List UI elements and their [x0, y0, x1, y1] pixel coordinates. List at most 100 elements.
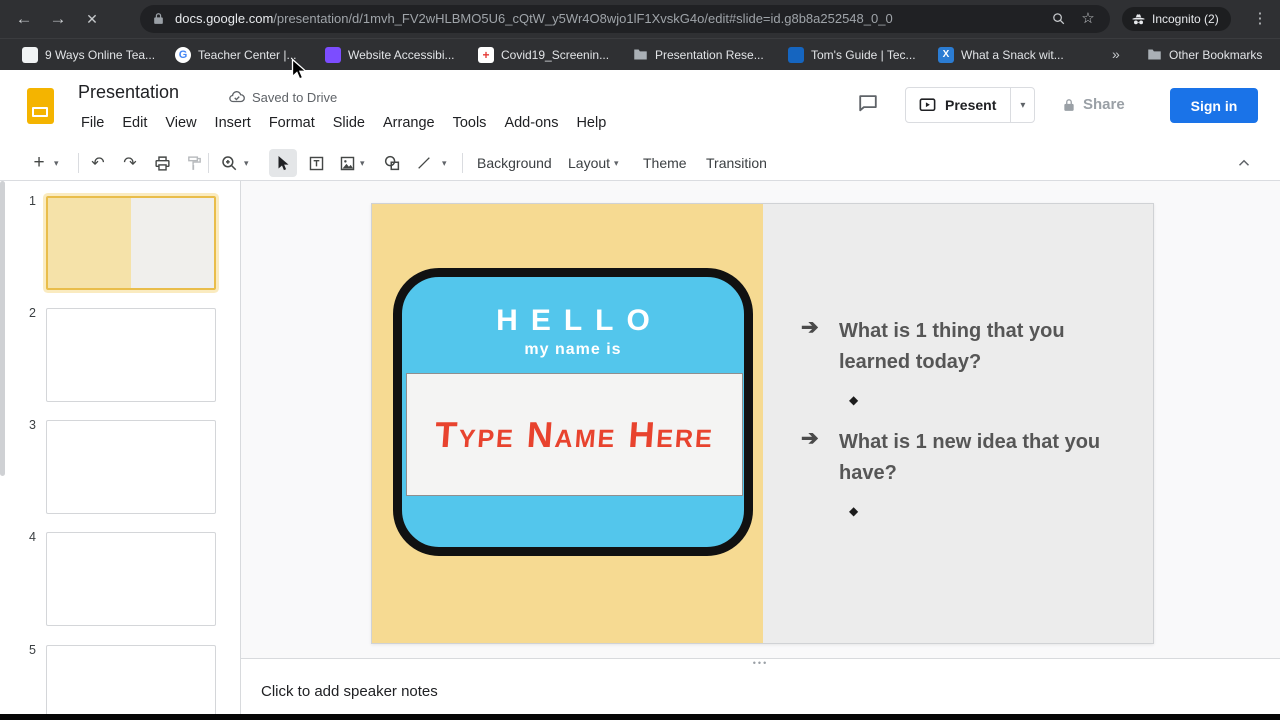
bookmark-label: Presentation Rese...: [655, 47, 764, 62]
stop-icon[interactable]: ✕: [78, 0, 106, 38]
comment-icon[interactable]: [857, 92, 879, 114]
edit-toolbar: + ▾ ↶ ↷ ▾ ▾ ▾ Background Layout ▾ Theme …: [0, 145, 1280, 181]
line-caret-icon[interactable]: ▾: [442, 145, 447, 181]
transition-button[interactable]: Transition: [700, 145, 773, 181]
image-caret-icon[interactable]: ▾: [360, 145, 365, 181]
menu-slide[interactable]: Slide: [324, 112, 374, 134]
sign-in-button[interactable]: Sign in: [1170, 88, 1258, 123]
bookmark-label: Teacher Center |...: [198, 47, 297, 62]
lock-icon[interactable]: [152, 12, 165, 25]
menu-insert[interactable]: Insert: [206, 112, 260, 134]
select-tool-button[interactable]: [269, 149, 297, 177]
bookmark-item[interactable]: Tom's Guide | Tec...: [788, 39, 916, 70]
document-title[interactable]: Presentation: [78, 82, 179, 103]
present-button[interactable]: Present ▾: [905, 87, 1036, 123]
menu-view[interactable]: View: [156, 112, 205, 134]
browser-menu-kebab-icon[interactable]: ⋮: [1246, 0, 1274, 38]
theme-button[interactable]: Theme: [637, 145, 693, 181]
bookmark-item[interactable]: 9 Ways Online Tea...: [22, 39, 155, 70]
url-domain: docs.google.com: [175, 11, 274, 26]
slides-logo-icon[interactable]: [27, 88, 54, 124]
address-bar[interactable]: docs.google.com/presentation/d/1mvh_FV2w…: [140, 5, 1110, 33]
collapse-menus-chevron-icon[interactable]: [1230, 145, 1258, 181]
filmstrip-scrollbar[interactable]: [0, 181, 5, 476]
insert-line-button[interactable]: [412, 145, 436, 181]
slide-filmstrip: 1 2 3 4 5: [0, 181, 241, 714]
slide-thumbnail-1[interactable]: [46, 196, 216, 290]
menu-format[interactable]: Format: [260, 112, 324, 134]
menu-help[interactable]: Help: [567, 112, 615, 134]
slide-right-panel: [763, 204, 1153, 643]
menu-bar: File Edit View Insert Format Slide Arran…: [72, 112, 615, 134]
arrow-bullet-icon: ➔: [801, 316, 819, 339]
slide-thumbnail-2[interactable]: [46, 308, 216, 402]
menu-tools[interactable]: Tools: [444, 112, 496, 134]
slide-number: 5: [29, 643, 36, 657]
toolbar-separator: [462, 153, 463, 173]
slide-number: 4: [29, 530, 36, 544]
speaker-notes-panel[interactable]: ••• Click to add speaker notes: [241, 658, 1280, 714]
menu-arrange[interactable]: Arrange: [374, 112, 444, 134]
name-input-box[interactable]: Type Name Here: [406, 373, 743, 496]
arrow-bullet-icon: ➔: [801, 427, 819, 450]
insert-image-button[interactable]: [334, 145, 360, 181]
layout-button[interactable]: Layout: [562, 145, 616, 181]
bookmark-item[interactable]: What a Snack wit...: [938, 39, 1064, 70]
layout-caret-icon[interactable]: ▾: [614, 145, 619, 181]
purple-favicon-icon: [325, 46, 341, 63]
lock-icon: [1062, 98, 1076, 112]
share-button[interactable]: Share: [1062, 96, 1125, 113]
bookmarks-bar: 9 Ways Online Tea... Teacher Center |...…: [0, 38, 1280, 70]
zoom-icon[interactable]: [1050, 11, 1066, 27]
slide-number: 1: [29, 194, 36, 208]
name-badge[interactable]: HELLO my name is Type Name Here: [393, 268, 753, 556]
zoom-tool-button[interactable]: [216, 145, 242, 181]
slide-number: 3: [29, 418, 36, 432]
redo-button[interactable]: ↷: [118, 145, 142, 181]
diamond-bullet-icon: ◆: [849, 393, 859, 407]
menu-file[interactable]: File: [72, 112, 113, 134]
bookmark-label: What a Snack wit...: [961, 47, 1064, 62]
notes-drag-handle[interactable]: •••: [753, 659, 768, 668]
background-button[interactable]: Background: [471, 145, 558, 181]
bookmark-item[interactable]: Teacher Center |...: [175, 39, 297, 70]
slide-editor[interactable]: HELLO my name is Type Name Here ➔ What i…: [371, 203, 1154, 644]
present-label: Present: [945, 97, 997, 113]
bookmarks-overflow-icon[interactable]: »: [1112, 39, 1120, 70]
new-slide-caret-icon[interactable]: ▾: [54, 145, 59, 181]
forward-icon[interactable]: →: [44, 0, 72, 38]
zoom-caret-icon[interactable]: ▾: [244, 145, 249, 181]
incognito-icon: [1131, 12, 1146, 27]
app-header: Presentation Saved to Drive File Edit Vi…: [0, 70, 1280, 145]
bookmark-star-icon[interactable]: ☆: [1080, 11, 1096, 27]
save-status-label: Saved to Drive: [252, 89, 338, 105]
text-box-button[interactable]: [303, 145, 329, 181]
bookmark-label: 9 Ways Online Tea...: [45, 47, 156, 62]
google-favicon-icon: [175, 46, 191, 63]
slide-thumbnail-5[interactable]: [46, 645, 216, 714]
slide-thumbnail-3[interactable]: [46, 420, 216, 514]
save-status[interactable]: Saved to Drive: [228, 88, 337, 106]
bookmark-label: Covid19_Screenin...: [501, 47, 610, 62]
bookmark-item[interactable]: Covid19_Screenin...: [478, 39, 609, 70]
insert-shape-button[interactable]: [379, 145, 405, 181]
undo-button[interactable]: ↶: [86, 145, 110, 181]
menu-edit[interactable]: Edit: [113, 112, 156, 134]
notes-placeholder[interactable]: Click to add speaker notes: [261, 683, 438, 700]
menu-addons[interactable]: Add-ons: [495, 112, 567, 134]
print-button[interactable]: [150, 145, 174, 181]
question-text-1[interactable]: What is 1 thing that you learned today?: [839, 316, 1115, 378]
blue-favicon-icon: [788, 46, 804, 63]
cross-favicon-icon: [478, 46, 494, 63]
excel-favicon-icon: [938, 46, 954, 63]
other-bookmarks-button[interactable]: Other Bookmarks: [1146, 39, 1262, 70]
back-icon[interactable]: ←: [10, 0, 38, 38]
new-slide-button[interactable]: +: [28, 145, 50, 181]
present-dropdown-caret-icon[interactable]: ▾: [1011, 100, 1034, 111]
incognito-label: Incognito (2): [1152, 12, 1219, 26]
url-path: /presentation/d/1mvh_FV2wHLBMO5U6_cQtW_y…: [273, 11, 893, 26]
bookmark-item[interactable]: Presentation Rese...: [632, 39, 764, 70]
bookmark-item[interactable]: Website Accessibi...: [325, 39, 455, 70]
slide-thumbnail-4[interactable]: [46, 532, 216, 626]
question-text-2[interactable]: What is 1 new idea that you have?: [839, 427, 1115, 489]
